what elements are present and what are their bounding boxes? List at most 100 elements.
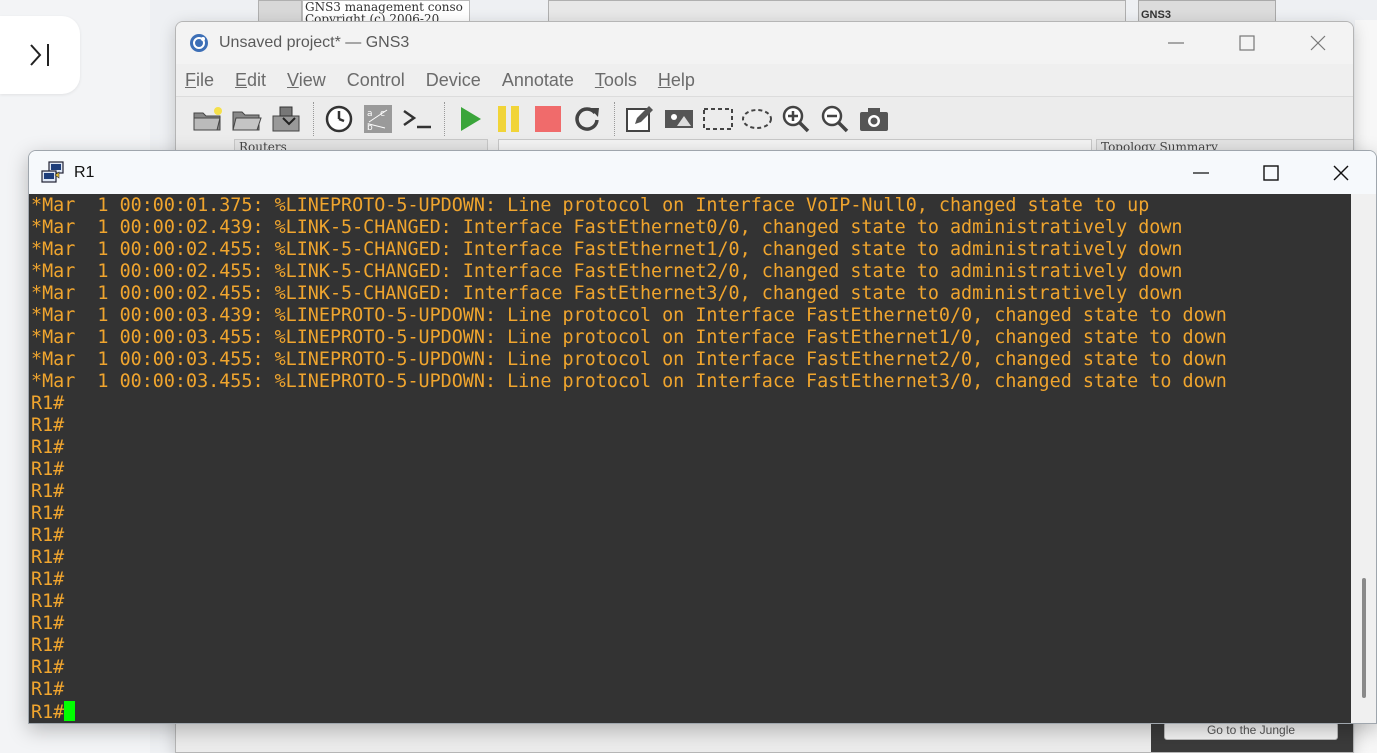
minimize-icon — [1193, 171, 1209, 174]
snapshot-button[interactable] — [321, 102, 357, 136]
menu-label: Annotate — [501, 69, 574, 90]
new-project-button[interactable] — [190, 102, 226, 136]
screenshot-icon — [860, 107, 888, 131]
maximize-button[interactable] — [1211, 22, 1282, 64]
draw-rectangle-button[interactable] — [700, 102, 736, 136]
toolbar-separator — [313, 101, 315, 136]
close-icon — [1333, 165, 1349, 180]
stop-all-button[interactable] — [530, 102, 566, 136]
terminal-prompt: R1# — [31, 702, 65, 723]
menu-edit[interactable]: Edit — [235, 70, 266, 91]
screenshot-button[interactable] — [856, 102, 892, 136]
toolbar-separator — [614, 101, 616, 136]
save-project-button[interactable] — [268, 102, 304, 136]
menu-label: ile — [196, 69, 215, 90]
svg-text:a: a — [367, 109, 373, 119]
close-icon — [1310, 35, 1325, 51]
r1-console-window: R1 *Mar 1 00:00:01.375: %LINEPROTO-5-UPD… — [28, 150, 1377, 724]
scrollbar-thumb[interactable] — [1362, 578, 1366, 698]
start-all-icon — [461, 106, 481, 131]
draw-ellipse-button[interactable] — [739, 102, 775, 136]
terminal-prompt-line[interactable]: R1# — [31, 701, 1351, 723]
terminal-line: R1# — [31, 393, 65, 414]
terminal-line: *Mar 1 00:00:03.455: %LINEPROTO-5-UPDOWN… — [31, 349, 1227, 370]
r1-minimize-button[interactable] — [1166, 151, 1236, 194]
terminal-line: *Mar 1 00:00:03.455: %LINEPROTO-5-UPDOWN… — [31, 327, 1227, 348]
zoom-out-icon — [821, 105, 849, 132]
menu-view[interactable]: View — [287, 70, 326, 91]
menu-label: Control — [346, 69, 405, 90]
menu-mnemonic: H — [657, 69, 671, 90]
terminal-line: *Mar 1 00:00:01.375: %LINEPROTO-5-UPDOWN… — [31, 195, 1150, 216]
menu-help[interactable]: Help — [658, 70, 695, 91]
menu-device[interactable]: Device — [426, 70, 481, 91]
terminal-line: R1# — [31, 679, 65, 700]
open-project-button[interactable] — [229, 102, 265, 136]
menu-label: Device — [425, 69, 481, 90]
terminal-line: *Mar 1 00:00:03.439: %LINEPROTO-5-UPDOWN… — [31, 305, 1227, 326]
go-to-jungle-button[interactable]: Go to the Jungle — [1164, 722, 1338, 740]
terminal-line: R1# — [31, 657, 65, 678]
zoom-out-button[interactable] — [817, 102, 853, 136]
terminal-cursor — [64, 701, 76, 721]
draw-ellipse-icon — [742, 108, 772, 129]
terminal-line: R1# — [31, 415, 65, 436]
console-all-icon — [403, 109, 431, 128]
r1-close-button[interactable] — [1306, 151, 1376, 194]
gns3-bottom-area: Go to the Jungle — [176, 722, 1353, 752]
zoom-in-button[interactable] — [778, 102, 814, 136]
menu-file[interactable]: File — [185, 70, 214, 91]
r1-maximize-button[interactable] — [1236, 151, 1306, 194]
suspend-all-button[interactable] — [491, 102, 527, 136]
show-interface-labels-icon: a cb — [364, 104, 392, 133]
add-note-button[interactable] — [622, 102, 658, 136]
gns3-logo-icon — [190, 34, 208, 52]
console-all-button[interactable] — [399, 102, 435, 136]
menu-tools[interactable]: Tools — [595, 70, 637, 91]
terminal-output[interactable]: *Mar 1 00:00:01.375: %LINEPROTO-5-UPDOWN… — [29, 194, 1351, 723]
terminal-line: R1# — [31, 481, 65, 502]
r1-window-title: R1 — [74, 163, 95, 181]
snapshot-icon — [325, 105, 353, 132]
menu-mnemonic: E — [235, 69, 248, 90]
terminal-line: R1# — [31, 525, 65, 546]
r1-titlebar[interactable]: R1 — [29, 151, 1376, 194]
save-project-icon — [272, 106, 300, 131]
menu-label: dit — [247, 69, 267, 90]
terminal-line: R1# — [31, 459, 65, 480]
reload-all-icon — [575, 106, 599, 131]
terminal-line: *Mar 1 00:00:02.455: %LINK-5-CHANGED: In… — [31, 261, 1183, 282]
menu-label: elp — [670, 69, 695, 90]
putty-icon — [41, 160, 64, 183]
gns3-window-title: Unsaved project* — GNS3 — [219, 34, 410, 51]
terminal-line: R1# — [31, 503, 65, 524]
maximize-icon — [1238, 35, 1255, 51]
menu-label: ools — [603, 69, 637, 90]
terminal-line: R1# — [31, 591, 65, 612]
show-interface-labels-button[interactable]: acb — [360, 102, 396, 136]
add-note-icon — [626, 105, 653, 132]
terminal-line: R1# — [31, 547, 65, 568]
minimize-button[interactable] — [1140, 22, 1211, 64]
menu-annotate[interactable]: Annotate — [502, 70, 574, 91]
terminal-line: *Mar 1 00:00:02.439: %LINK-5-CHANGED: In… — [31, 217, 1183, 238]
close-button[interactable] — [1282, 22, 1353, 64]
open-project-icon — [232, 111, 262, 130]
terminal-line: R1# — [31, 569, 65, 590]
stop-all-icon — [535, 105, 561, 132]
menu-mnemonic: T — [594, 69, 604, 90]
draw-rectangle-icon — [703, 107, 733, 130]
suspend-all-icon — [498, 105, 519, 132]
reload-all-button[interactable] — [569, 102, 605, 136]
new-project-icon — [193, 106, 222, 130]
menu-mnemonic: F — [185, 69, 196, 90]
menu-mnemonic: V — [287, 69, 299, 90]
insert-image-button[interactable] — [661, 102, 697, 136]
sidebar-toggle-button[interactable] — [0, 16, 80, 94]
menu-control[interactable]: Control — [347, 70, 405, 91]
terminal-scrollbar[interactable] — [1351, 194, 1376, 723]
maximize-icon — [1263, 164, 1279, 181]
zoom-in-icon — [782, 105, 810, 132]
start-all-button[interactable] — [452, 102, 488, 136]
gns3-titlebar[interactable]: Unsaved project* — GNS3 — [176, 22, 1353, 64]
